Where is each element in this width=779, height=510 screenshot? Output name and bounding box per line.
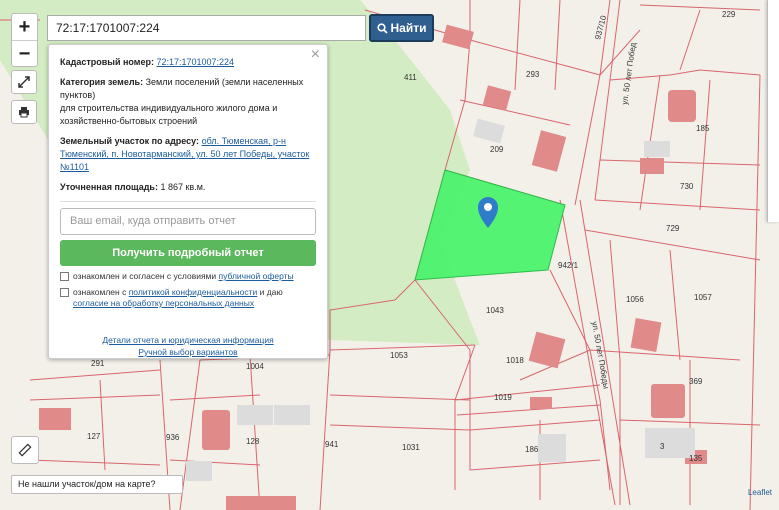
offer-consent: ознакомлен и согласен с условиями публич… (60, 271, 316, 282)
privacy-checkbox[interactable] (60, 288, 69, 297)
area-value: 1 867 кв.м. (160, 182, 206, 192)
print-button[interactable] (11, 100, 37, 124)
close-icon[interactable]: × (311, 47, 320, 63)
plot-label-229: 229 (722, 10, 736, 19)
plot-label-1043: 1043 (486, 306, 504, 315)
plot-label-936: 936 (166, 433, 180, 442)
search-button-label: Найти (390, 21, 427, 35)
privacy-link[interactable]: политикой конфиденциальности (129, 287, 258, 297)
offer-consent-label: ознакомлен и согласен с условиями публич… (73, 271, 294, 281)
search-button[interactable]: Найти (369, 14, 434, 42)
cadastral-search-input[interactable]: 72:17:1701007:224 (47, 15, 366, 41)
address-label: Земельный участок по адресу: (60, 136, 200, 146)
ruler-icon (18, 443, 32, 457)
purpose-text: для строительства индивидуального жилого… (60, 103, 278, 126)
popup-links: Детали отчета и юридическая информация Р… (60, 334, 316, 358)
plot-label-209: 209 (490, 145, 504, 154)
offer-link[interactable]: публичной оферты (219, 271, 294, 281)
expand-icon (18, 76, 30, 88)
plot-label-127: 127 (87, 432, 101, 441)
plot-label-3: 3 (660, 442, 665, 451)
data-processing-link[interactable]: согласие на обработку персональных данны… (73, 298, 254, 308)
plot-label-1056: 1056 (626, 295, 644, 304)
manual-selection-link[interactable]: Ручной выбор вариантов (138, 347, 237, 357)
category-label: Категория земель: (60, 77, 144, 87)
not-found-button[interactable]: Не нашли участок/дом на карте? (11, 475, 183, 494)
plot-label-730: 730 (680, 182, 694, 191)
measure-button[interactable] (11, 436, 39, 464)
zoom-control: + − (11, 13, 38, 67)
divider (60, 201, 316, 202)
area-row: Уточненная площадь: 1 867 кв.м. (60, 181, 316, 194)
plot-label-1004: 1004 (246, 362, 264, 371)
leaflet-attribution[interactable]: Leaflet (748, 488, 772, 497)
search-input-value: 72:17:1701007:224 (56, 21, 160, 35)
plot-label-411: 411 (404, 73, 417, 82)
report-button-label: Получить подробный отчет (112, 246, 264, 259)
plot-label-1031: 1031 (402, 443, 420, 452)
layers-panel[interactable] (767, 0, 779, 222)
address-row: Земельный участок по адресу: обл. Тюменс… (60, 135, 316, 174)
offer-checkbox[interactable] (60, 272, 69, 281)
plot-label-1018: 1018 (506, 356, 524, 365)
zoom-out-button[interactable]: − (12, 40, 37, 66)
not-found-label: Не нашли участок/дом на карте? (18, 479, 156, 489)
plot-info-popup: × Кадастровый номер: 72:17:1701007:224 К… (48, 44, 328, 359)
area-label: Уточненная площадь: (60, 182, 158, 192)
plot-label-1019: 1019 (494, 393, 512, 402)
email-placeholder: Ваш email, куда отправить отчет (70, 215, 236, 227)
printer-icon (19, 107, 29, 118)
plot-label-128: 128 (246, 437, 260, 446)
privacy-consent-label: ознакомлен с политикой конфиденциальност… (73, 287, 283, 308)
plot-label-942: 942/1 (558, 261, 579, 270)
plot-label-185: 185 (696, 124, 710, 133)
plot-label-941: 941 (325, 440, 339, 449)
privacy-consent: ознакомлен с политикой конфиденциальност… (60, 287, 316, 309)
plot-label-135: 135 (689, 454, 703, 463)
details-link[interactable]: Детали отчета и юридическая информация (102, 335, 273, 345)
plot-label-369: 369 (689, 377, 703, 386)
cadastral-label: Кадастровый номер: (60, 57, 154, 67)
plot-label-186: 186 (525, 445, 539, 454)
search-icon (376, 22, 388, 34)
fullscreen-button[interactable] (11, 70, 37, 94)
plot-label-729: 729 (666, 224, 680, 233)
plot-label-293: 293 (526, 70, 540, 79)
plot-label-291: 291 (91, 359, 105, 368)
plot-label-1057: 1057 (694, 293, 712, 302)
cadastral-row: Кадастровый номер: 72:17:1701007:224 (60, 56, 316, 69)
cadastral-link[interactable]: 72:17:1701007:224 (156, 57, 234, 67)
category-row: Категория земель: Земли поселений (земли… (60, 76, 316, 128)
plot-label-1053: 1053 (390, 351, 408, 360)
email-field[interactable]: Ваш email, куда отправить отчет (60, 208, 316, 235)
get-report-button[interactable]: Получить подробный отчет (60, 240, 316, 266)
zoom-in-button[interactable]: + (12, 14, 37, 40)
